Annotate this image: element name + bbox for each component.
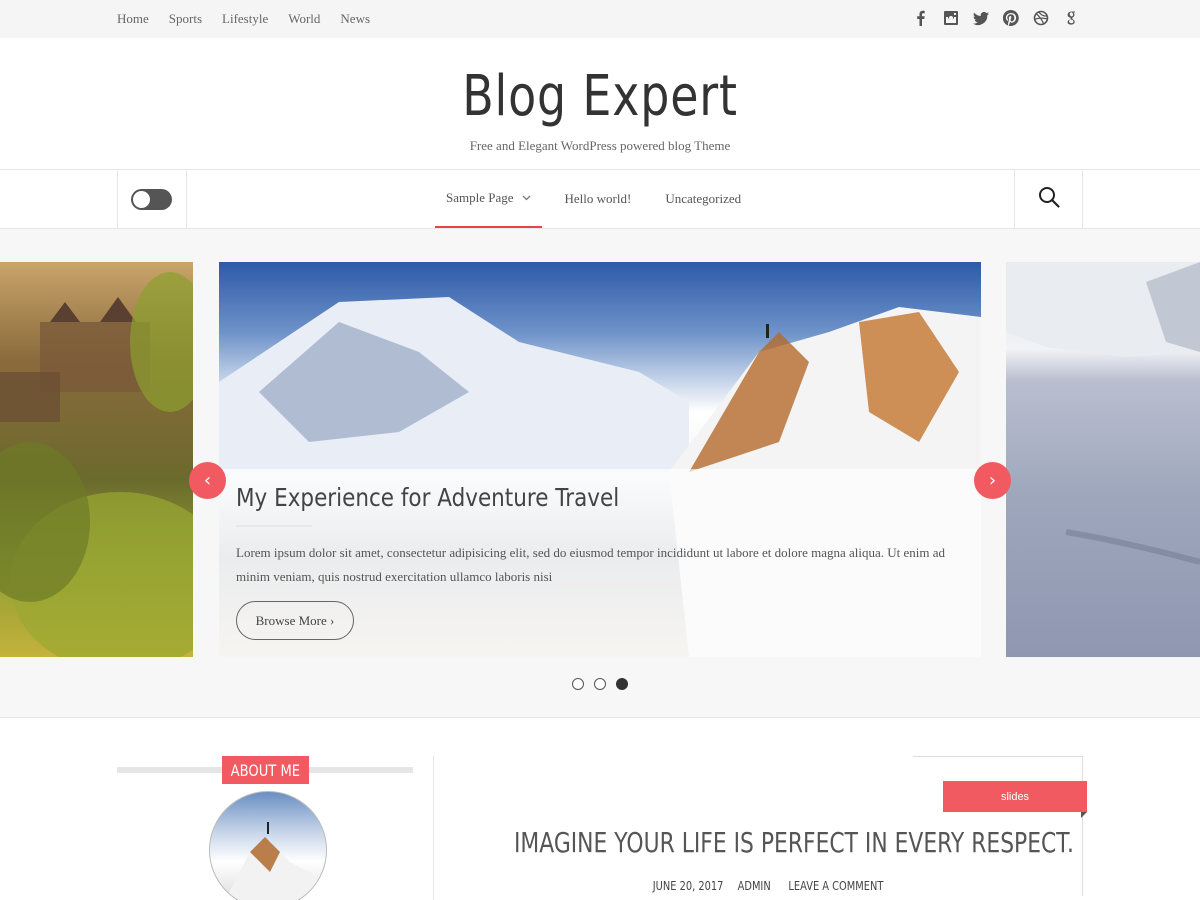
tag-fold [1081, 812, 1087, 818]
about-me-label: ABOUT ME [230, 760, 301, 780]
top-nav: Home Sports Lifestyle World News [117, 11, 390, 27]
slide-title[interactable]: My Experience for Adventure Travel [236, 483, 619, 512]
site-title[interactable]: Blog Expert [108, 64, 1092, 129]
nav-item-sample-page[interactable]: Sample Page [435, 170, 542, 228]
twitter-icon[interactable] [972, 9, 990, 27]
top-nav-news[interactable]: News [340, 11, 370, 27]
post-author[interactable]: ADMIN [738, 879, 771, 893]
about-me-heading: ABOUT ME [222, 756, 309, 784]
top-nav-sports[interactable]: Sports [169, 11, 202, 27]
post-date[interactable]: JUNE 20, 2017 [652, 879, 723, 893]
site-header: Blog Expert Free and Elegant WordPress p… [0, 38, 1200, 170]
column-divider [433, 756, 434, 900]
slider-dot-3[interactable] [616, 678, 628, 690]
slider-pagination [572, 678, 628, 690]
slide-excerpt: Lorem ipsum dolor sit amet, consectetur … [236, 545, 946, 584]
social-links [912, 9, 1080, 27]
chevron-left-icon: ‹ [203, 470, 212, 491]
avatar[interactable] [209, 791, 327, 900]
slide-title-underline [236, 525, 312, 527]
theme-toggle[interactable] [131, 189, 172, 210]
browse-more-button[interactable]: Browse More › [236, 601, 354, 640]
chevron-down-icon [522, 193, 531, 204]
search-button[interactable] [1014, 170, 1083, 228]
slide-image-glacier[interactable] [1006, 262, 1200, 657]
instagram-icon[interactable] [942, 9, 960, 27]
facebook-icon[interactable] [912, 9, 930, 27]
nav-item-label: Uncategorized [665, 191, 742, 206]
chevron-right-icon: › [988, 470, 997, 491]
dribbble-icon[interactable] [1032, 9, 1050, 27]
slide-image-castle[interactable] [0, 262, 193, 657]
slide-caption: My Experience for Adventure Travel Lorem… [219, 469, 981, 657]
nav-item-label: Sample Page [446, 190, 514, 205]
nav-item-uncategorized[interactable]: Uncategorized [654, 170, 752, 228]
top-nav-world[interactable]: World [288, 11, 320, 27]
slider-prev-button[interactable]: ‹ [189, 462, 226, 499]
post-meta: JUNE 20, 2017 ADMIN LEAVE A COMMENT [435, 879, 1103, 893]
site-tagline: Free and Elegant WordPress powered blog … [469, 138, 731, 153]
nav-item-hello-world[interactable]: Hello world! [554, 170, 643, 228]
pinterest-icon[interactable] [1002, 9, 1020, 27]
main-nav: Sample Page Hello world! Uncategorized [0, 169, 1200, 229]
post-title[interactable]: IMAGINE YOUR LIFE IS PERFECT IN EVERY RE… [435, 826, 1103, 859]
leave-comment-link[interactable]: LEAVE A COMMENT [788, 879, 883, 893]
slider-dot-2[interactable] [594, 678, 606, 690]
slider-dot-1[interactable] [572, 678, 584, 690]
post-category-tag[interactable]: slides [943, 781, 1087, 812]
main-nav-items: Sample Page Hello world! Uncategorized [435, 170, 764, 228]
post-title-text: IMAGINE YOUR LIFE IS PERFECT IN EVERY RE… [513, 826, 1074, 859]
nav-item-label: Hello world! [564, 191, 632, 206]
content-area: ABOUT ME slides IMAGINE YOUR LIFE IS PER… [0, 718, 1200, 900]
top-nav-lifestyle[interactable]: Lifestyle [222, 11, 268, 27]
search-icon [1037, 185, 1061, 213]
google-plus-icon[interactable] [1062, 9, 1080, 27]
theme-toggle-container [117, 170, 187, 228]
slider-next-button[interactable]: › [974, 462, 1011, 499]
toggle-knob [133, 191, 150, 208]
featured-slider: My Experience for Adventure Travel Lorem… [0, 229, 1200, 718]
top-nav-home[interactable]: Home [117, 11, 149, 27]
top-bar: Home Sports Lifestyle World News [0, 0, 1200, 38]
